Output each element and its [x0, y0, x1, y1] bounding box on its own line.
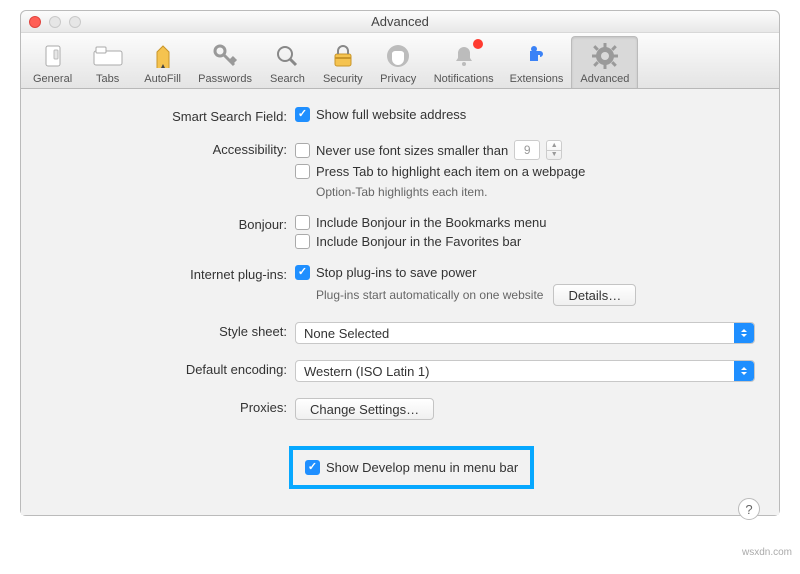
- tab-search[interactable]: Search: [260, 36, 315, 88]
- dropdown-arrows-icon: [734, 361, 754, 381]
- tab-tabs[interactable]: Tabs: [80, 36, 135, 88]
- checkbox-develop-menu[interactable]: [305, 460, 320, 475]
- tab-label: Notifications: [434, 73, 494, 85]
- help-button[interactable]: ?: [738, 498, 760, 520]
- titlebar: Advanced: [21, 11, 779, 33]
- hint-option-tab: Option-Tab highlights each item.: [316, 185, 755, 199]
- window-controls: [29, 16, 81, 28]
- option-bonjour-favorites: Include Bonjour in the Favorites bar: [316, 234, 521, 249]
- row-smart-search: Smart Search Field: Show full website ad…: [45, 107, 755, 124]
- toolbar: General Tabs AutoFill Passwords Search: [21, 33, 779, 89]
- checkbox-min-font-size[interactable]: [295, 143, 310, 158]
- tab-label: General: [33, 73, 72, 85]
- row-plugins: Internet plug-ins: Stop plug-ins to save…: [45, 265, 755, 306]
- font-size-stepper[interactable]: ▲▼: [546, 140, 562, 160]
- tab-advanced[interactable]: Advanced: [571, 36, 638, 88]
- row-accessibility: Accessibility: Never use font sizes smal…: [45, 140, 755, 199]
- label-plugins: Internet plug-ins:: [45, 265, 295, 282]
- dropdown-arrows-icon: [734, 323, 754, 343]
- tab-label: Privacy: [380, 73, 416, 85]
- font-size-field[interactable]: 9: [514, 140, 540, 160]
- security-icon: [326, 41, 360, 71]
- option-bonjour-bookmarks: Include Bonjour in the Bookmarks menu: [316, 215, 547, 230]
- tabs-icon: [91, 41, 125, 71]
- row-style-sheet: Style sheet: None Selected: [45, 322, 755, 344]
- option-tab-highlight: Press Tab to highlight each item on a we…: [316, 164, 585, 179]
- tab-security[interactable]: Security: [315, 36, 371, 88]
- row-encoding: Default encoding: Western (ISO Latin 1): [45, 360, 755, 382]
- checkbox-show-full-address[interactable]: [295, 107, 310, 122]
- checkbox-bonjour-favorites[interactable]: [295, 234, 310, 249]
- tab-label: Security: [323, 73, 363, 85]
- passwords-icon: [208, 41, 242, 71]
- tab-label: AutoFill: [144, 73, 181, 85]
- plugins-details-button[interactable]: Details…: [553, 284, 636, 306]
- option-show-full-address: Show full website address: [316, 107, 466, 122]
- label-style-sheet: Style sheet:: [45, 322, 295, 339]
- gear-icon: [588, 41, 622, 71]
- tab-notifications[interactable]: Notifications: [426, 36, 502, 88]
- tab-label: Passwords: [198, 73, 252, 85]
- option-min-font-size: Never use font sizes smaller than: [316, 143, 508, 158]
- checkbox-bonjour-bookmarks[interactable]: [295, 215, 310, 230]
- privacy-icon: [381, 41, 415, 71]
- checkbox-stop-plugins[interactable]: [295, 265, 310, 280]
- change-settings-button[interactable]: Change Settings…: [295, 398, 434, 420]
- watermark: wsxdn.com: [742, 547, 792, 558]
- encoding-value: Western (ISO Latin 1): [304, 364, 429, 379]
- style-sheet-value: None Selected: [304, 326, 389, 341]
- zoom-window-button[interactable]: [69, 16, 81, 28]
- tab-label: Advanced: [580, 73, 629, 85]
- hint-plugins: Plug-ins start automatically on one webs…: [316, 288, 543, 302]
- option-develop-menu: Show Develop menu in menu bar: [326, 460, 518, 475]
- label-smart-search: Smart Search Field:: [45, 107, 295, 124]
- close-window-button[interactable]: [29, 16, 41, 28]
- row-bonjour: Bonjour: Include Bonjour in the Bookmark…: [45, 215, 755, 249]
- encoding-select[interactable]: Western (ISO Latin 1): [295, 360, 755, 382]
- label-accessibility: Accessibility:: [45, 140, 295, 157]
- tab-label: Tabs: [96, 73, 119, 85]
- search-icon: [270, 41, 304, 71]
- tab-label: Extensions: [510, 73, 564, 85]
- label-bonjour: Bonjour:: [45, 215, 295, 232]
- tab-autofill[interactable]: AutoFill: [135, 36, 190, 88]
- checkbox-tab-highlight[interactable]: [295, 164, 310, 179]
- autofill-icon: [146, 41, 180, 71]
- window-title: Advanced: [21, 14, 779, 29]
- tab-privacy[interactable]: Privacy: [371, 36, 426, 88]
- style-sheet-select[interactable]: None Selected: [295, 322, 755, 344]
- content-area: Smart Search Field: Show full website ad…: [21, 89, 779, 515]
- label-proxies: Proxies:: [45, 398, 295, 415]
- notifications-icon: [447, 41, 481, 71]
- label-encoding: Default encoding:: [45, 360, 295, 377]
- general-icon: [36, 41, 70, 71]
- row-proxies: Proxies: Change Settings…: [45, 398, 755, 420]
- minimize-window-button[interactable]: [49, 16, 61, 28]
- tab-general[interactable]: General: [25, 36, 80, 88]
- option-stop-plugins: Stop plug-ins to save power: [316, 265, 476, 280]
- tab-passwords[interactable]: Passwords: [190, 36, 260, 88]
- notification-badge: [473, 39, 483, 49]
- preferences-window: Advanced General Tabs AutoFill Passwords: [20, 10, 780, 516]
- extensions-icon: [520, 41, 554, 71]
- develop-menu-highlight: Show Develop menu in menu bar: [289, 446, 534, 489]
- tab-extensions[interactable]: Extensions: [502, 36, 572, 88]
- tab-label: Search: [270, 73, 305, 85]
